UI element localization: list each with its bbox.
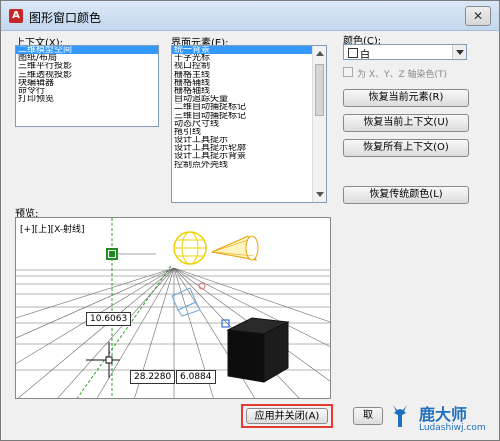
app-icon: A	[9, 9, 23, 23]
restore-all-contexts-button[interactable]: 恢复所有上下文(O)	[343, 139, 469, 157]
context-list-item[interactable]: 图纸/布局	[16, 54, 158, 62]
graphics-window-colors-dialog: A 图形窗口颜色 ✕ 上下文(X): 二维模型空间 图纸/布局 三维平行投影 三维透视…	[0, 0, 500, 441]
point-light-icon	[173, 231, 207, 265]
scroll-thumb[interactable]	[315, 64, 324, 116]
interface-element-item[interactable]: 动态尺寸线	[172, 120, 312, 128]
interface-element-item[interactable]: 自动追踪矢量	[172, 95, 312, 103]
camera-icon	[171, 282, 206, 317]
context-list-item[interactable]: 块编辑器	[16, 79, 158, 87]
interface-elements-list[interactable]: 统一背景 十字光标 视口控制 栅格主线 栅格辅线 栅格轴线 自动追踪矢量 二维自动捕捉标记 三维…	[171, 45, 327, 203]
black-cube	[226, 317, 290, 383]
color-value: 白	[360, 50, 370, 61]
interface-element-item[interactable]: 设计工具提示背景	[172, 152, 312, 160]
dialog-title: 图形窗口颜色	[29, 11, 102, 25]
interface-element-item[interactable]: 拖引线	[172, 128, 312, 136]
restore-current-context-button[interactable]: 恢复当前上下文(U)	[343, 114, 469, 132]
apply-close-button[interactable]: 应用并关闭(A)	[246, 408, 328, 424]
context-list-item[interactable]: 三维透视投影	[16, 71, 158, 79]
tint-axes-checkbox[interactable]	[343, 67, 353, 77]
interface-element-item[interactable]: 二维自动捕捉标记	[172, 103, 312, 111]
cancel-button[interactable]: 取	[353, 407, 383, 425]
interface-element-item[interactable]: 视口控制	[172, 62, 312, 70]
interface-element-item[interactable]: 十字光标	[172, 54, 312, 62]
watermark-title: 鹿大师	[419, 405, 468, 424]
apply-close-highlight: 应用并关闭(A)	[241, 404, 333, 428]
grip-square[interactable]	[221, 319, 230, 328]
interface-element-item[interactable]: 栅格主线	[172, 71, 312, 79]
tint-axes-label: 为 X、Y、Z 轴染色(T)	[357, 70, 448, 80]
watermark-url: Ludashiwj.com	[419, 423, 486, 433]
interface-element-item[interactable]: 栅格轴线	[172, 87, 312, 95]
deer-logo-icon	[393, 405, 407, 427]
close-button[interactable]: ✕	[465, 6, 491, 26]
interface-element-item[interactable]: 统一背景	[172, 46, 312, 55]
interface-element-item[interactable]: 栅格辅线	[172, 79, 312, 87]
scroll-up-icon[interactable]	[316, 51, 324, 56]
scroll-down-icon[interactable]	[316, 192, 324, 197]
ucs-origin-fill	[109, 251, 115, 257]
context-list-item[interactable]: 三维平行投影	[16, 62, 158, 70]
context-list[interactable]: 二维模型空间 图纸/布局 三维平行投影 三维透视投影 块编辑器 命令行 打印预览	[15, 45, 159, 127]
context-list-item[interactable]: 命令行	[16, 87, 158, 95]
dimension-input-1[interactable]: 10.6063	[86, 312, 132, 326]
interface-element-item[interactable]: 三维自动捕捉标记	[172, 112, 312, 120]
chevron-down-icon[interactable]	[452, 45, 466, 59]
color-select[interactable]: 白	[343, 44, 467, 61]
dimension-input-3[interactable]: 6.0884	[176, 370, 216, 384]
context-list-item[interactable]: 打印预览	[16, 95, 158, 103]
interface-element-item[interactable]: 设计工具提示轮廓	[172, 144, 312, 152]
preview-area: [+][上][X-射线] 10.6063 28.2280 6.0884	[15, 217, 331, 399]
watermark-logo: 鹿大师 Ludashiwj.com	[383, 397, 499, 440]
color-swatch	[348, 48, 358, 58]
restore-classic-colors-button[interactable]: 恢复传统颜色(L)	[343, 186, 469, 204]
title-bar: A 图形窗口颜色 ✕	[1, 1, 499, 31]
interface-element-item[interactable]: 设计工具提示	[172, 136, 312, 144]
context-list-item[interactable]: 二维模型空间	[16, 46, 158, 55]
restore-current-element-button[interactable]: 恢复当前元素(R)	[343, 89, 469, 107]
viewport-label: [+][上][X-射线]	[20, 225, 85, 235]
dimension-input-2[interactable]: 28.2280	[130, 370, 176, 384]
interface-element-item[interactable]: 控制点外壳线	[172, 161, 312, 169]
interface-elements-scrollbar[interactable]	[312, 46, 326, 202]
spotlight-icon	[210, 235, 259, 261]
